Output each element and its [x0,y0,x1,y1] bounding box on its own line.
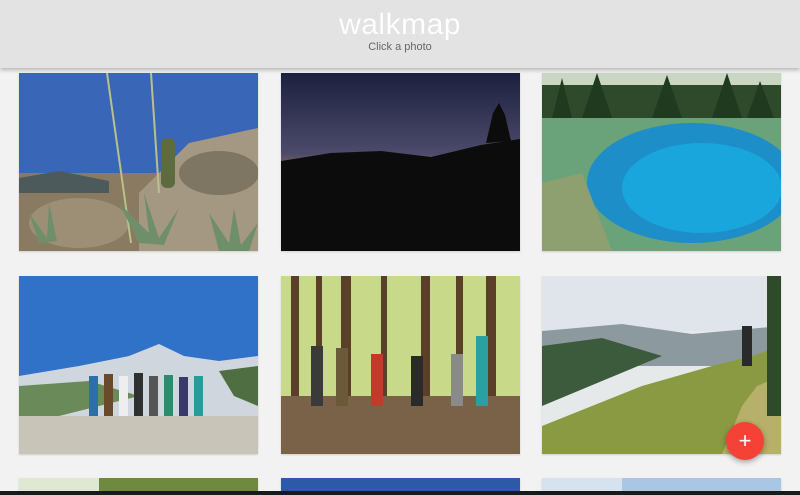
group-mountain-photo[interactable] [19,276,258,454]
forest-hikers-photo[interactable] [281,276,520,454]
photo-grid [0,0,800,495]
desert-agave-image [19,73,258,251]
sunset-silhouette-image [281,73,520,251]
forest-hikers-image [281,276,520,454]
blue-pool-photo[interactable] [542,73,781,251]
app-title: walkmap [339,8,461,41]
app-header: walkmap Click a photo [0,0,800,68]
blue-pool-image [542,73,781,251]
plus-icon: + [738,428,752,453]
add-photo-button[interactable]: + [726,422,764,460]
bottom-edge [0,491,800,495]
desert-agave-photo[interactable] [19,73,258,251]
group-mountain-image [19,276,258,454]
page-subtitle: Click a photo [368,41,432,53]
sunset-silhouette-photo[interactable] [281,73,520,251]
